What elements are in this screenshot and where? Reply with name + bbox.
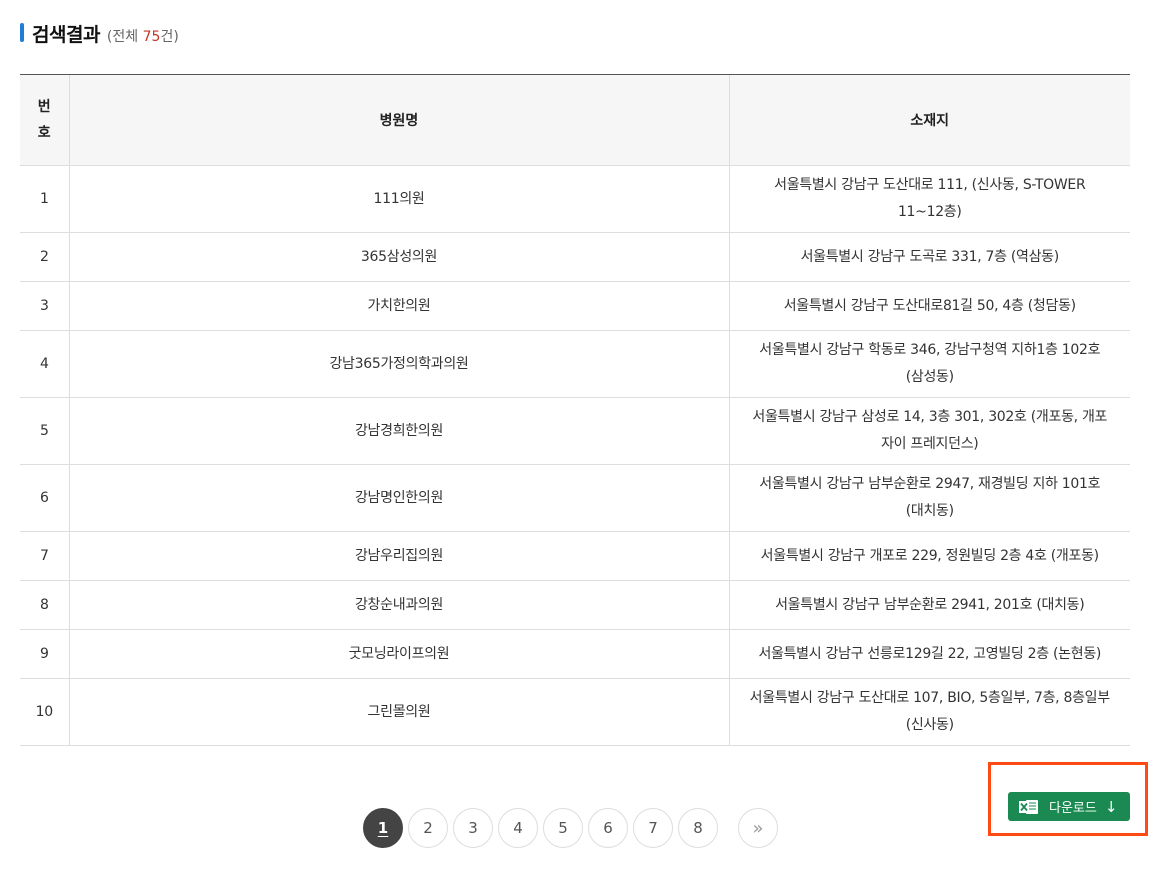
row-number: 6 [20, 464, 69, 532]
row-number: 3 [20, 281, 69, 331]
hospital-name: 365삼성의원 [68, 232, 729, 282]
hospital-address: 서울특별시 강남구 남부순환로 2941, 201호 (대치동) [728, 580, 1130, 630]
hospital-address: 서울특별시 강남구 도산대로 111, (신사동, S-TOWER 11~12층… [728, 165, 1130, 233]
page-button-2[interactable]: 2 [408, 808, 448, 848]
excel-icon [1019, 799, 1038, 814]
hospital-address: 서울특별시 강남구 도산대로81길 50, 4층 (청담동) [728, 281, 1130, 331]
download-button[interactable]: 다운로드 ↓ [1008, 792, 1130, 821]
next-page-button[interactable]: » [738, 808, 778, 848]
page-button-7[interactable]: 7 [633, 808, 673, 848]
page-button-1[interactable]: 1 [363, 808, 403, 848]
hospital-name: 강남우리집의원 [68, 531, 729, 581]
table-row: 4 강남365가정의학과의원 서울특별시 강남구 학동로 346, 강남구청역 … [20, 330, 1130, 398]
download-label: 다운로드 [1049, 801, 1097, 816]
hospital-address: 서울특별시 강남구 개포로 229, 정원빌딩 2층 4호 (개포동) [728, 531, 1130, 581]
results-heading: 검색결과 (전체 75건) [20, 20, 179, 46]
page-button-4[interactable]: 4 [498, 808, 538, 848]
hospital-name: 가치한의원 [68, 281, 729, 331]
hospital-name: 111의원 [68, 165, 729, 233]
column-header-no: 번호 [20, 74, 69, 166]
row-number: 9 [20, 629, 69, 679]
hospital-address: 서울특별시 강남구 선릉로129길 22, 고영빌딩 2층 (논현동) [728, 629, 1130, 679]
table-row: 3 가치한의원 서울특별시 강남구 도산대로81길 50, 4층 (청담동) [20, 281, 1130, 331]
hospital-address: 서울특별시 강남구 삼성로 14, 3층 301, 302호 (개포동, 개포자… [728, 397, 1130, 465]
page-button-3[interactable]: 3 [453, 808, 493, 848]
row-number: 1 [20, 165, 69, 233]
row-number: 10 [20, 678, 69, 746]
pagination: 1 2 3 4 5 6 7 8 » [363, 808, 778, 848]
result-count: (전체 75건) [106, 29, 179, 45]
hospital-name: 강남경희한의원 [68, 397, 729, 465]
page-button-8[interactable]: 8 [678, 808, 718, 848]
hospital-name: 강남명인한의원 [68, 464, 729, 532]
hospital-address: 서울특별시 강남구 남부순환로 2947, 재경빌딩 지하 101호 (대치동) [728, 464, 1130, 532]
row-number: 8 [20, 580, 69, 630]
page-button-6[interactable]: 6 [588, 808, 628, 848]
hospital-name: 그린몰의원 [68, 678, 729, 746]
table-row: 6 강남명인한의원 서울특별시 강남구 남부순환로 2947, 재경빌딩 지하 … [20, 464, 1130, 532]
row-number: 4 [20, 330, 69, 398]
table-header-row: 번호 병원명 소재지 [20, 74, 1130, 166]
page-button-5[interactable]: 5 [543, 808, 583, 848]
hospital-name: 강창순내과의원 [68, 580, 729, 630]
column-header-address: 소재지 [728, 74, 1130, 166]
hospital-name: 굿모닝라이프의원 [68, 629, 729, 679]
table-row: 9 굿모닝라이프의원 서울특별시 강남구 선릉로129길 22, 고영빌딩 2층… [20, 629, 1130, 679]
hospital-address: 서울특별시 강남구 도산대로 107, BIO, 5층일부, 7층, 8층일부 … [728, 678, 1130, 746]
column-header-name: 병원명 [68, 74, 729, 166]
row-number: 7 [20, 531, 69, 581]
result-count-number: 75 [142, 29, 161, 45]
page-title: 검색결과 [32, 24, 100, 46]
table-row: 1 111의원 서울특별시 강남구 도산대로 111, (신사동, S-TOWE… [20, 165, 1130, 233]
table-row: 10 그린몰의원 서울특별시 강남구 도산대로 107, BIO, 5층일부, … [20, 678, 1130, 746]
hospital-name: 강남365가정의학과의원 [68, 330, 729, 398]
results-table: 번호 병원명 소재지 1 111의원 서울특별시 강남구 도산대로 111, (… [20, 74, 1130, 746]
table-row: 7 강남우리집의원 서울특별시 강남구 개포로 229, 정원빌딩 2층 4호 … [20, 531, 1130, 581]
table-row: 2 365삼성의원 서울특별시 강남구 도곡로 331, 7층 (역삼동) [20, 232, 1130, 282]
row-number: 2 [20, 232, 69, 282]
hospital-address: 서울특별시 강남구 도곡로 331, 7층 (역삼동) [728, 232, 1130, 282]
table-row: 5 강남경희한의원 서울특별시 강남구 삼성로 14, 3층 301, 302호… [20, 397, 1130, 465]
heading-accent-bar [20, 23, 24, 42]
hospital-address: 서울특별시 강남구 학동로 346, 강남구청역 지하1층 102호 (삼성동) [728, 330, 1130, 398]
table-row: 8 강창순내과의원 서울특별시 강남구 남부순환로 2941, 201호 (대치… [20, 580, 1130, 630]
download-arrow-icon: ↓ [1104, 797, 1118, 816]
row-number: 5 [20, 397, 69, 465]
